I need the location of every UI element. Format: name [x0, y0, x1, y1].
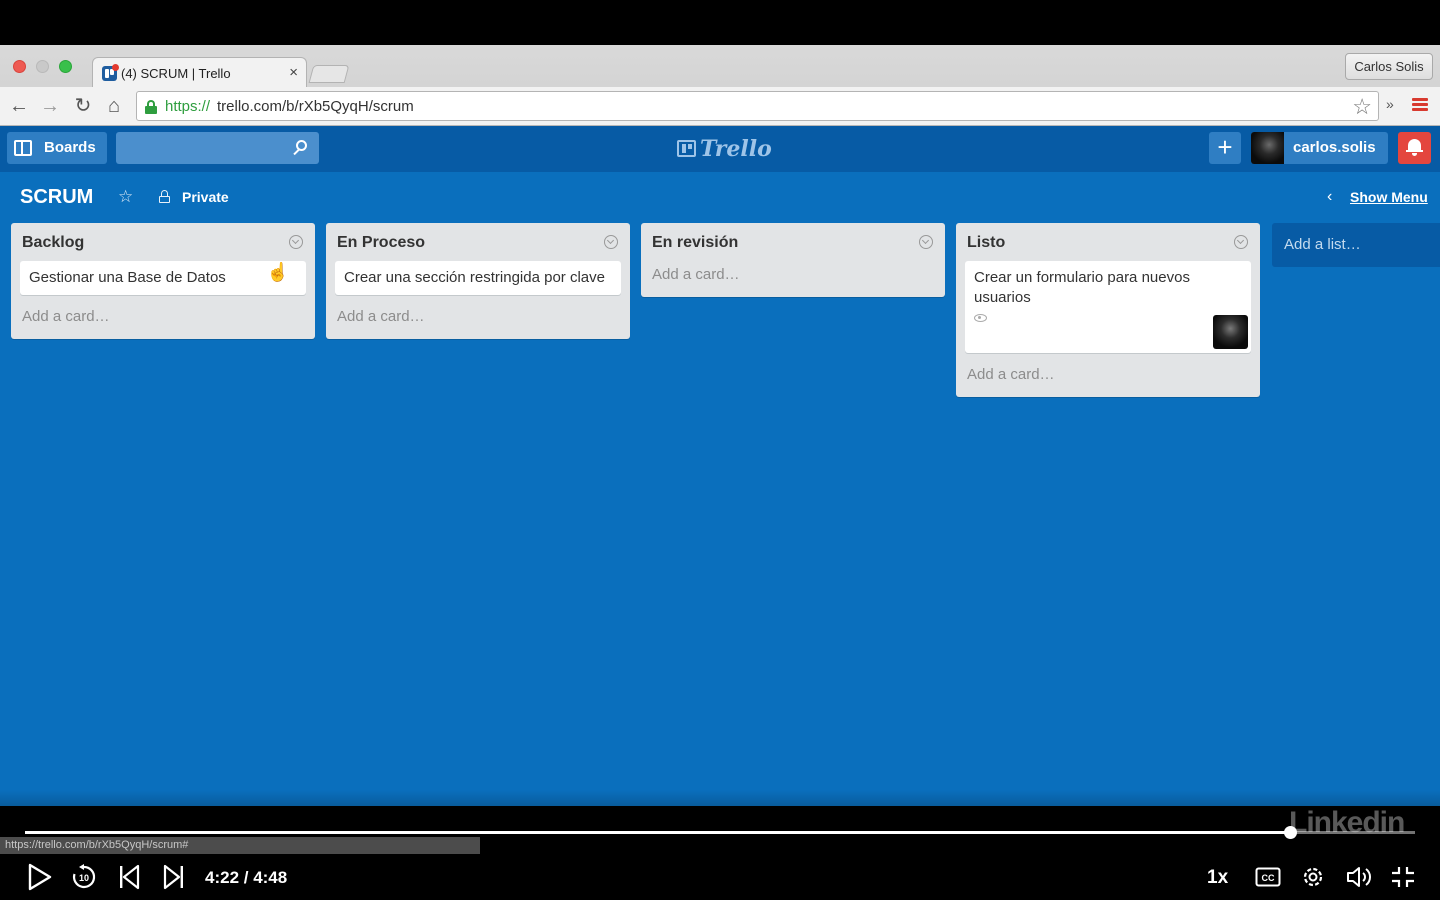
- private-lock-icon: [159, 190, 170, 203]
- browser-chrome: (4) SCRUM | Trello × Carlos Solis ← → ↻ …: [0, 45, 1440, 126]
- browser-toolbar: ← → ↻ ⌂ https:// trello.com/b/rXb5QyqH/s…: [0, 87, 1440, 126]
- list-title[interactable]: Backlog: [22, 234, 84, 252]
- new-tab-button[interactable]: [308, 65, 350, 83]
- video-letterbox-top: [0, 0, 1440, 45]
- bell-icon: [1406, 138, 1423, 156]
- exit-fullscreen-icon[interactable]: [1388, 854, 1418, 900]
- list-header: Listo: [956, 223, 1260, 261]
- list-title[interactable]: En Proceso: [337, 234, 425, 252]
- chevron-left-icon: ‹: [1327, 188, 1333, 205]
- browser-tab-active[interactable]: (4) SCRUM | Trello ×: [92, 57, 307, 87]
- member-name: carlos.solis: [1293, 139, 1376, 156]
- list-menu-icon[interactable]: [289, 235, 303, 249]
- card-member-avatar[interactable]: [1213, 315, 1248, 349]
- settings-icon[interactable]: [1298, 854, 1328, 900]
- notifications-button[interactable]: [1398, 132, 1431, 164]
- menu-icon[interactable]: [1412, 98, 1428, 112]
- video-progress-handle[interactable]: [1283, 826, 1297, 839]
- replay-10-icon[interactable]: 10: [68, 854, 100, 900]
- card-title: Crear una sección restringida por clave: [344, 269, 605, 286]
- card-title: Crear un formulario para nuevos usuarios: [974, 269, 1190, 306]
- list-menu-icon[interactable]: [604, 235, 618, 249]
- trello-logo[interactable]: Trello: [677, 136, 772, 162]
- list-menu-icon[interactable]: [919, 235, 933, 249]
- volume-icon[interactable]: [1343, 854, 1375, 900]
- list-en-proceso: En Proceso Crear una sección restringida…: [326, 223, 630, 339]
- add-button[interactable]: +: [1209, 132, 1241, 164]
- address-bar[interactable]: https:// trello.com/b/rXb5QyqH/scrum ☆: [136, 91, 1379, 121]
- watch-icon: [974, 314, 987, 322]
- minimize-window-button[interactable]: [36, 60, 49, 73]
- url-path: trello.com/b/rXb5QyqH/scrum: [217, 98, 414, 115]
- closed-captions-icon[interactable]: CC: [1253, 854, 1283, 900]
- video-control-bar: 10 4:22 / 4:48 1x CC: [0, 854, 1440, 900]
- list-listo: Listo Crear un formulario para nuevos us…: [956, 223, 1260, 397]
- video-progress-bar[interactable]: [25, 826, 1415, 839]
- list-header: En Proceso: [326, 223, 630, 261]
- list-title[interactable]: En revisión: [652, 234, 738, 252]
- close-window-button[interactable]: [13, 60, 26, 73]
- zoom-window-button[interactable]: [59, 60, 72, 73]
- list-header: En revisión: [641, 223, 945, 261]
- add-card-link[interactable]: Add a card…: [956, 361, 1260, 397]
- reload-icon[interactable]: ↻: [71, 94, 95, 118]
- video-time: 4:22 / 4:48: [205, 868, 288, 887]
- skip-previous-icon[interactable]: [114, 854, 144, 900]
- avatar: [1251, 132, 1284, 164]
- add-card-link[interactable]: Add a card…: [641, 261, 945, 297]
- hand-cursor-icon: ☝: [266, 262, 289, 282]
- boards-button[interactable]: Boards: [7, 132, 107, 164]
- playback-speed-button[interactable]: 1x: [1207, 867, 1228, 889]
- video-progress-fill: [25, 831, 1290, 834]
- play-icon[interactable]: [24, 854, 56, 900]
- tab-title: (4) SCRUM | Trello: [121, 66, 231, 81]
- browser-profile-button[interactable]: Carlos Solis: [1345, 53, 1433, 80]
- board-visibility[interactable]: Private: [182, 189, 229, 205]
- list-en-revision: En revisión Add a card…: [641, 223, 945, 297]
- add-card-link[interactable]: Add a card…: [326, 303, 630, 339]
- trello-board: Boards Trello + carlos.solis SCRUM ☆ Pri…: [0, 126, 1440, 806]
- add-list-button[interactable]: Add a list…: [1272, 223, 1440, 267]
- search-icon: [291, 138, 311, 158]
- card-title: Gestionar una Base de Datos: [29, 269, 226, 286]
- home-icon[interactable]: ⌂: [102, 94, 126, 118]
- list-title[interactable]: Listo: [967, 234, 1005, 252]
- extensions-overflow-icon[interactable]: »: [1386, 96, 1394, 112]
- back-arrow-icon[interactable]: ←: [7, 94, 31, 118]
- list-backlog: Backlog Gestionar una Base de Datos ☝ Ad…: [11, 223, 315, 339]
- trello-favicon-icon: [102, 64, 119, 81]
- board-title[interactable]: SCRUM: [20, 186, 93, 209]
- add-card-link[interactable]: Add a card…: [11, 303, 315, 339]
- lock-icon: [145, 100, 157, 114]
- svg-text:CC: CC: [1262, 873, 1275, 883]
- bookmark-star-icon[interactable]: ☆: [1352, 94, 1372, 120]
- trello-logo-icon: [677, 140, 696, 157]
- member-menu-button[interactable]: carlos.solis: [1251, 132, 1388, 164]
- board-star-icon[interactable]: ☆: [118, 187, 133, 207]
- linkedin-watermark-logo: Linkedin: [1289, 806, 1405, 839]
- trello-logo-text: Trello: [700, 136, 772, 162]
- svg-text:10: 10: [79, 873, 89, 883]
- tab-close-icon[interactable]: ×: [289, 64, 298, 81]
- forward-arrow-icon[interactable]: →: [38, 94, 62, 118]
- card[interactable]: Crear una sección restringida por clave: [335, 261, 621, 295]
- boards-label: Boards: [44, 139, 96, 156]
- url-scheme: https://: [165, 98, 211, 115]
- card[interactable]: Crear un formulario para nuevos usuarios: [965, 261, 1251, 353]
- boards-icon: [14, 140, 32, 156]
- list-header: Backlog: [11, 223, 315, 261]
- card[interactable]: Gestionar una Base de Datos ☝: [20, 261, 306, 295]
- skip-next-icon[interactable]: [159, 854, 189, 900]
- show-menu-link[interactable]: Show Menu: [1350, 189, 1428, 205]
- list-menu-icon[interactable]: [1234, 235, 1248, 249]
- trello-header: Boards Trello + carlos.solis: [0, 126, 1440, 172]
- search-input[interactable]: [116, 132, 319, 164]
- browser-status-url: https://trello.com/b/rXb5QyqH/scrum#: [0, 837, 480, 854]
